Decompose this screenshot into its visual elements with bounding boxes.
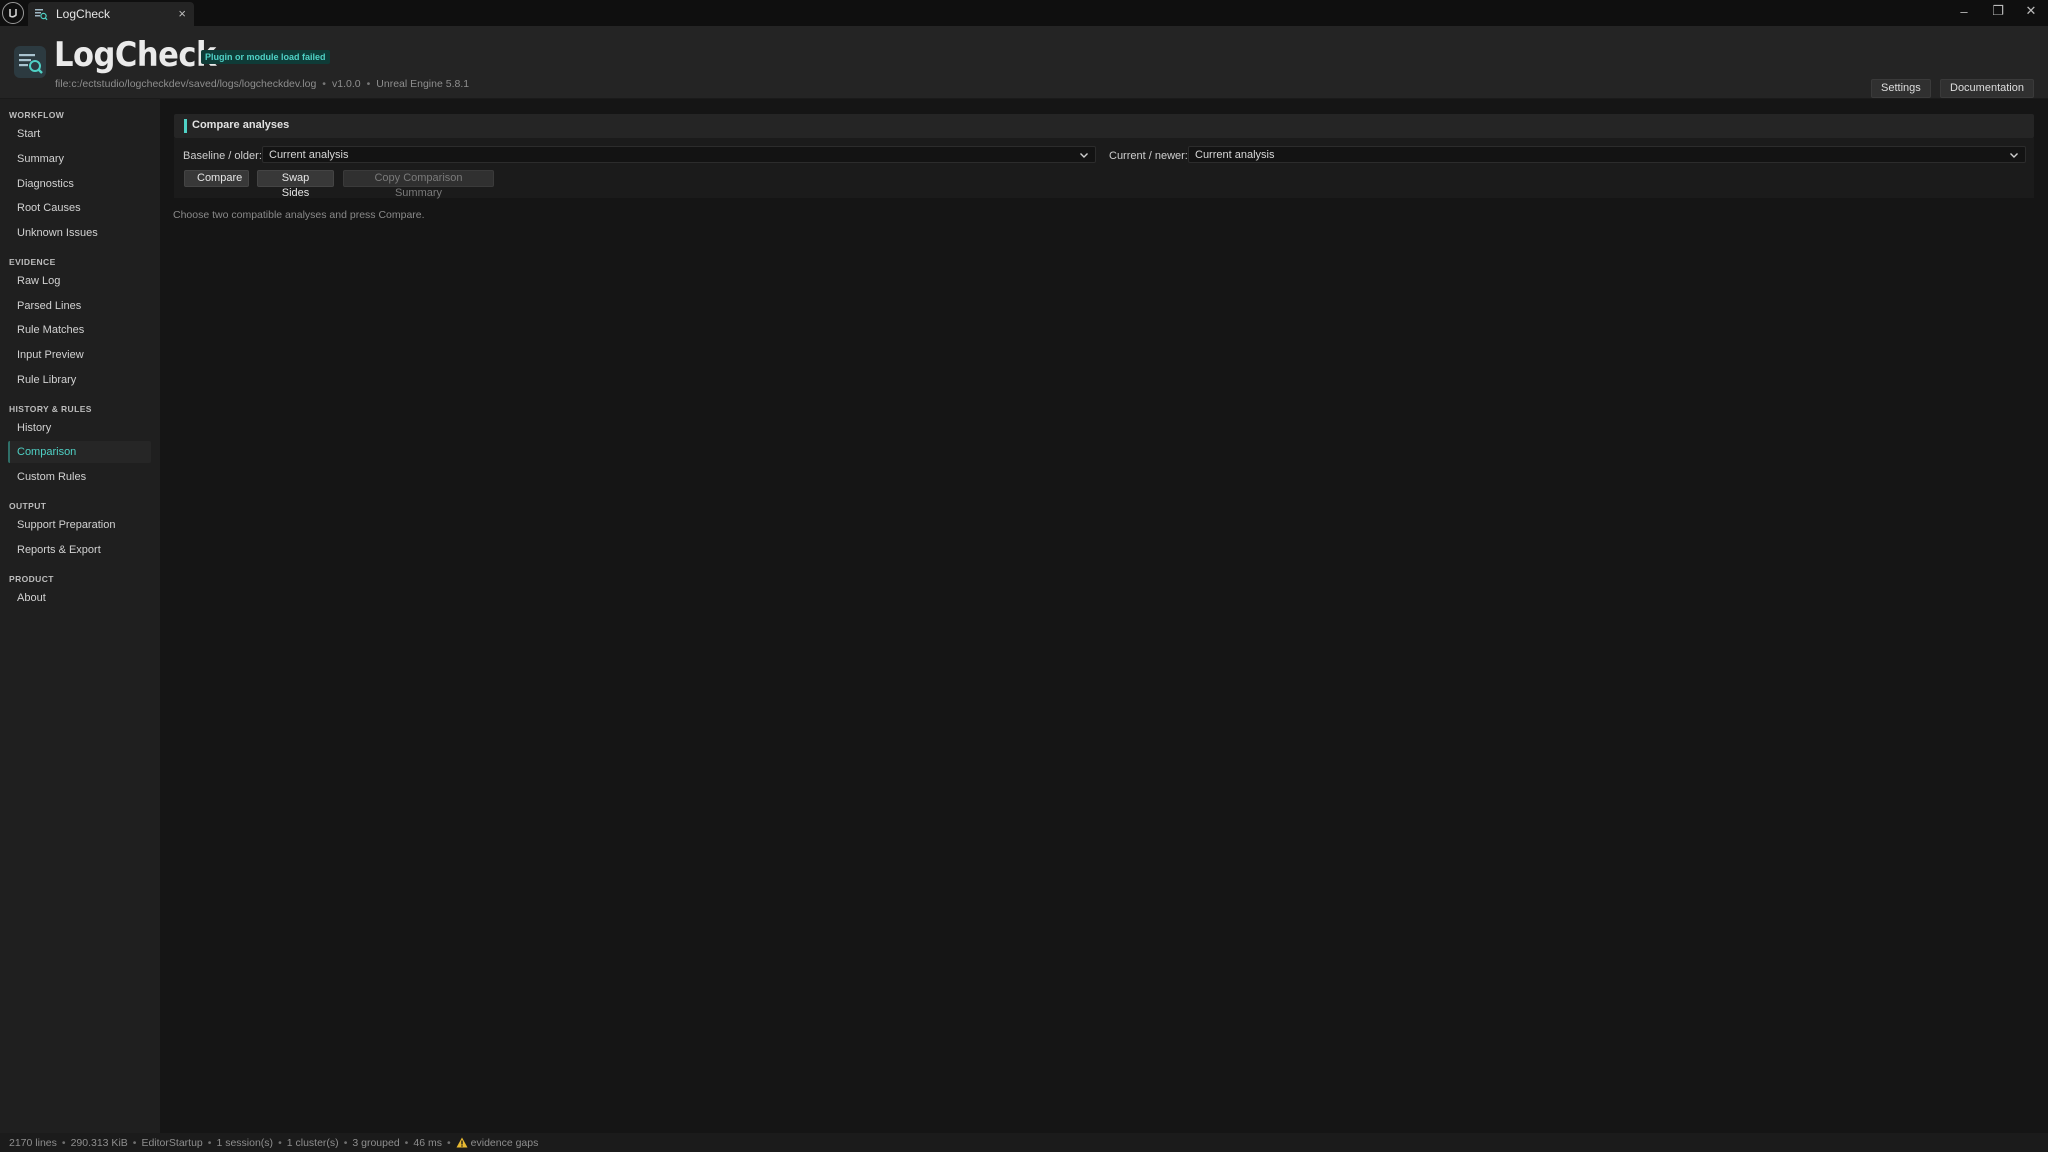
nav-section-product: PRODUCT: [9, 574, 54, 584]
compare-hint: Choose two compatible analyses and press…: [173, 209, 425, 221]
compare-panel: Baseline / older: Current analysis Curre…: [174, 138, 2034, 199]
document-tab-label: LogCheck: [56, 7, 111, 21]
compare-button[interactable]: Compare: [184, 170, 249, 187]
sidebar-item-summary[interactable]: Summary: [8, 148, 151, 170]
sidebar-item-history[interactable]: History: [8, 417, 151, 439]
sidebar-item-raw-log[interactable]: Raw Log: [8, 270, 151, 292]
sidebar-item-custom-rules[interactable]: Custom Rules: [8, 466, 151, 488]
current-select[interactable]: Current analysis: [1188, 146, 2026, 163]
window-close-icon[interactable]: ✕: [2014, 0, 2048, 22]
baseline-label: Baseline / older:: [183, 150, 262, 162]
app-header: LogCheck Plugin or module load failed fi…: [0, 26, 2048, 99]
version-text: v1.0.0: [331, 78, 361, 90]
nav-section-output: OUTPUT: [9, 501, 47, 511]
settings-button[interactable]: Settings: [1871, 79, 1931, 98]
sidebar-item-diagnostics[interactable]: Diagnostics: [8, 173, 151, 195]
status-clusters: 1 cluster(s): [286, 1136, 339, 1149]
chevron-down-icon: [2010, 153, 2018, 158]
tab-close-icon[interactable]: ×: [178, 6, 186, 22]
status-duration: 46 ms: [413, 1136, 442, 1149]
sidebar-item-support-preparation[interactable]: Support Preparation: [8, 514, 151, 536]
sidebar-item-about[interactable]: About: [8, 587, 151, 609]
status-bar: 2170 lines • 290.313 KiB • EditorStartup • …: [0, 1133, 2048, 1152]
unreal-logo-icon[interactable]: [2, 2, 24, 24]
sidebar-item-parsed-lines[interactable]: Parsed Lines: [8, 295, 151, 317]
app-title: LogCheck: [54, 35, 216, 75]
baseline-select[interactable]: Current analysis: [262, 146, 1096, 163]
title-bar: LogCheck × – ❐ ✕: [0, 0, 2048, 26]
sidebar-item-rule-library[interactable]: Rule Library: [8, 369, 151, 391]
logcheck-tab-icon: [35, 9, 48, 21]
panel-title: Compare analyses: [192, 119, 290, 131]
sidebar-item-reports-export[interactable]: Reports & Export: [8, 539, 151, 561]
baseline-select-value: Current analysis: [269, 149, 349, 161]
sidebar-item-start[interactable]: Start: [8, 123, 151, 145]
compare-panel-header: Compare analyses: [174, 114, 2034, 138]
status-separator: •: [207, 1136, 212, 1149]
file-path: file:c:/ectstudio/logcheckdev/saved/logs…: [55, 78, 317, 90]
current-label: Current / newer:: [1109, 150, 1188, 162]
warning-icon: [456, 1137, 468, 1148]
logcheck-logo-icon: [14, 46, 46, 78]
sidebar-item-unknown-issues[interactable]: Unknown Issues: [8, 222, 151, 244]
status-separator: •: [343, 1136, 348, 1149]
nav-section-history-rules: HISTORY & RULES: [9, 404, 92, 414]
status-separator: •: [278, 1136, 282, 1149]
sidebar-item-comparison[interactable]: Comparison: [8, 441, 151, 463]
status-separator: •: [61, 1136, 66, 1149]
status-separator: •: [446, 1136, 451, 1149]
sidebar: WORKFLOW Start Summary Diagnostics Root …: [0, 99, 160, 1133]
status-phase: EditorStartup: [141, 1136, 203, 1149]
copy-comparison-summary-button[interactable]: Copy Comparison Summary: [343, 170, 494, 199]
status-evidence-gaps: evidence gaps: [470, 1136, 539, 1149]
sidebar-item-input-preview[interactable]: Input Preview: [8, 344, 151, 366]
file-meta: file:c:/ectstudio/logcheckdev/saved/logs…: [55, 78, 469, 90]
engine-text: Unreal Engine 5.8.1: [376, 78, 470, 90]
app-window: LogCheck × – ❐ ✕ LogCheck Plugin or modu…: [0, 0, 2048, 1152]
minimize-icon[interactable]: –: [1947, 0, 1981, 22]
meta-separator: •: [322, 78, 326, 90]
status-separator: •: [404, 1136, 409, 1149]
main-content: Compare analyses Baseline / older: Curre…: [160, 99, 2048, 1133]
nav-section-evidence: EVIDENCE: [9, 257, 56, 267]
swap-sides-button[interactable]: Swap Sides: [257, 170, 334, 199]
status-size: 290.313 KiB: [70, 1136, 128, 1149]
current-select-value: Current analysis: [1195, 149, 1275, 161]
status-separator: •: [132, 1136, 137, 1149]
status-badge: Plugin or module load failed: [201, 50, 330, 64]
status-sessions: 1 session(s): [216, 1136, 274, 1149]
panel-accent-bar: [184, 119, 187, 133]
status-grouped: 3 grouped: [352, 1136, 400, 1149]
restore-icon[interactable]: ❐: [1981, 0, 2015, 22]
nav-section-workflow: WORKFLOW: [9, 110, 65, 120]
document-tab[interactable]: LogCheck ×: [28, 2, 194, 26]
documentation-button[interactable]: Documentation: [1940, 79, 2034, 98]
status-lines: 2170 lines: [9, 1136, 57, 1149]
sidebar-item-root-causes[interactable]: Root Causes: [8, 197, 151, 219]
chevron-down-icon: [1080, 153, 1088, 158]
sidebar-item-rule-matches[interactable]: Rule Matches: [8, 319, 151, 341]
meta-separator: •: [366, 78, 371, 90]
